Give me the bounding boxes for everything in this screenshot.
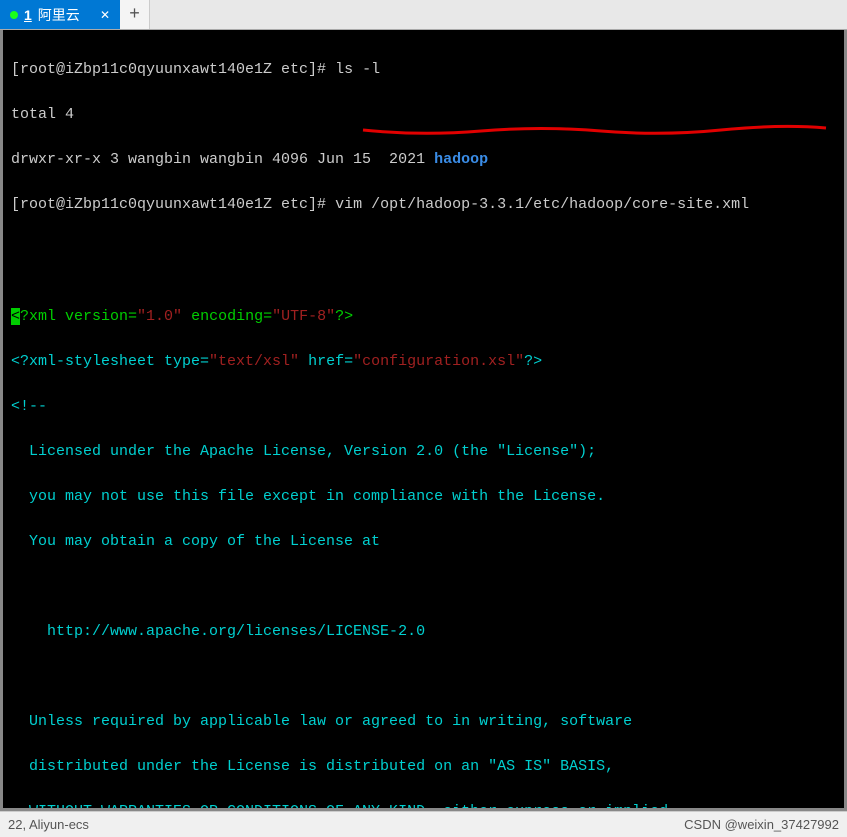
tab-index: 1 [24, 7, 32, 23]
ls-entry-dir: hadoop [434, 151, 488, 168]
connection-status-icon [10, 11, 18, 19]
ls-total: total 4 [11, 104, 836, 127]
xml-attr-value: "UTF-8" [272, 308, 335, 325]
cursor: < [11, 308, 20, 325]
xml-comment-open: <!-- [11, 396, 836, 419]
xml-comment-line: WITHOUT WARRANTIES OR CONDITIONS OF ANY … [11, 801, 836, 811]
xml-comment-line: you may not use this file except in comp… [11, 486, 836, 509]
xml-attr: href= [299, 353, 353, 370]
blank-line [11, 666, 836, 689]
xml-attr-value: "configuration.xsl" [353, 353, 524, 370]
xml-comment-line: You may obtain a copy of the License at [11, 531, 836, 554]
status-left: 22, Aliyun-ecs [8, 817, 89, 832]
red-underline-annotation [361, 124, 831, 138]
xml-comment-line: distributed under the License is distrib… [11, 756, 836, 779]
tab-bar: 1 阿里云 ✕ + [0, 0, 847, 30]
shell-prompt: [root@iZbp11c0qyuunxawt140e1Z etc]# [11, 61, 335, 78]
xml-comment-line: Licensed under the Apache License, Versi… [11, 441, 836, 464]
close-icon[interactable]: ✕ [100, 8, 110, 22]
tab-title: 阿里云 [38, 5, 80, 25]
xml-comment-line: Unless required by applicable law or agr… [11, 711, 836, 734]
shell-prompt: [root@iZbp11c0qyuunxawt140e1Z etc]# [11, 196, 335, 213]
shell-command: ls -l [335, 61, 380, 78]
tab-active[interactable]: 1 阿里云 ✕ [0, 0, 120, 29]
blank-line [11, 576, 836, 599]
xml-pi: ?xml version= [20, 308, 137, 325]
xml-stylesheet: <?xml-stylesheet type= [11, 353, 209, 370]
status-bar: 22, Aliyun-ecs CSDN @weixin_37427992 [0, 811, 847, 837]
new-tab-button[interactable]: + [120, 0, 150, 29]
ls-entry-perms: drwxr-xr-x 3 wangbin wangbin 4096 Jun 15… [11, 151, 434, 168]
xml-attr-value: "text/xsl" [209, 353, 299, 370]
blank-line [11, 261, 836, 284]
watermark: CSDN @weixin_37427992 [684, 817, 839, 832]
xml-attr: encoding= [182, 308, 272, 325]
xml-attr-value: "1.0" [137, 308, 182, 325]
shell-command: vim /opt/hadoop-3.3.1/etc/hadoop/core-si… [335, 196, 749, 213]
xml-comment-line: http://www.apache.org/licenses/LICENSE-2… [11, 621, 836, 644]
xml-pi-end: ?> [524, 353, 542, 370]
terminal[interactable]: [root@iZbp11c0qyuunxawt140e1Z etc]# ls -… [0, 30, 847, 811]
xml-pi-end: ?> [335, 308, 353, 325]
